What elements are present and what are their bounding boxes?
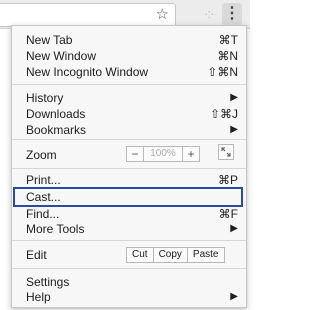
menu-item-label: New Window — [26, 49, 97, 63]
menu-item-label: Print... — [26, 173, 61, 187]
menu-item-bookmarks[interactable]: Bookmarks ▶ — [12, 122, 246, 138]
menu-item-label: New Incognito Window — [26, 65, 149, 79]
shortcut-label: ⇧⌘J — [209, 107, 238, 121]
fullscreen-icon — [221, 147, 231, 157]
address-bar[interactable]: ☆ — [0, 3, 176, 27]
divider — [12, 84, 246, 85]
menu-item-history[interactable]: History ▶ — [12, 90, 246, 106]
menu-item-label: Settings — [26, 275, 70, 289]
shortcut-label: ⇧⌘N — [207, 65, 238, 79]
edit-controls: Cut Copy Paste — [126, 247, 225, 263]
chevron-right-icon: ▶ — [230, 291, 238, 302]
shortcut-label: ⌘P — [217, 173, 238, 187]
menu-item-new-tab[interactable]: New Tab ⌘T — [12, 32, 246, 48]
menu-item-find[interactable]: Find... ⌘F — [12, 206, 246, 222]
menu-item-label: Cast... — [26, 190, 61, 204]
chevron-right-icon: ▶ — [230, 124, 238, 135]
menu-item-label: Zoom — [26, 148, 57, 162]
fullscreen-button[interactable] — [218, 144, 234, 160]
shortcut-label: ⌘T — [218, 33, 238, 47]
menu-item-help[interactable]: Help ▶ — [12, 289, 246, 305]
menu-item-label: Edit — [26, 248, 47, 262]
menu-item-new-window[interactable]: New Window ⌘N — [12, 48, 246, 64]
zoom-in-button[interactable]: + — [182, 146, 200, 162]
divider — [12, 139, 246, 140]
zoom-out-button[interactable]: − — [126, 146, 144, 162]
menu-item-print[interactable]: Print... ⌘P — [12, 172, 246, 188]
shortcut-label: ⌘N — [217, 49, 238, 63]
menu-item-label: New Tab — [26, 33, 73, 47]
paste-button[interactable]: Paste — [186, 247, 225, 263]
menu-item-cast[interactable]: Cast... — [12, 189, 246, 205]
menu-item-label: Find... — [26, 207, 60, 221]
menu-item-label: More Tools — [26, 222, 85, 236]
divider — [12, 168, 246, 169]
menu-item-label: Help — [26, 290, 51, 304]
chevron-right-icon: ▶ — [230, 223, 238, 234]
menu-item-label: Downloads — [26, 107, 86, 121]
divider — [12, 268, 246, 269]
zoom-level: 100% — [144, 146, 182, 162]
menu-item-label: Bookmarks — [26, 123, 87, 137]
menu-item-more-tools[interactable]: More Tools ▶ — [12, 221, 246, 237]
cut-button[interactable]: Cut — [126, 247, 154, 263]
menu-item-downloads[interactable]: Downloads ⇧⌘J — [12, 106, 246, 122]
copy-button[interactable]: Copy — [152, 247, 188, 263]
chevron-right-icon: ▶ — [230, 92, 238, 103]
extension-icon[interactable]: ·:· — [204, 6, 214, 22]
divider — [12, 240, 246, 241]
shortcut-label: ⌘F — [218, 207, 238, 221]
menu-item-new-incognito[interactable]: New Incognito Window ⇧⌘N — [12, 64, 246, 80]
zoom-controls: − 100% + — [126, 146, 200, 162]
browser-menu: New Tab ⌘T New Window ⌘N New Incognito W… — [11, 25, 247, 308]
menu-item-settings[interactable]: Settings — [12, 274, 246, 290]
menu-button[interactable]: ⋮ — [222, 3, 242, 25]
star-icon[interactable]: ☆ — [156, 5, 169, 25]
menu-item-label: History — [26, 91, 64, 105]
vertical-dots-icon: ⋮ — [224, 5, 240, 22]
